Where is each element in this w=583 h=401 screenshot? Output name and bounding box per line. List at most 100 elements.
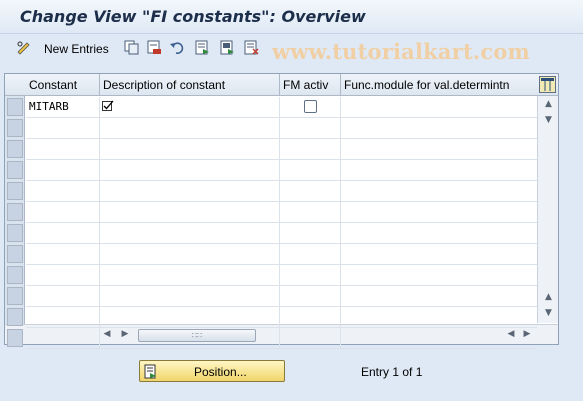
table-cell xyxy=(26,244,100,264)
application-toolbar: New Entries www.tutorialkart.com xyxy=(0,36,583,64)
table-cell xyxy=(280,202,341,222)
row-selector[interactable] xyxy=(7,308,23,326)
position-button[interactable]: Position... xyxy=(139,360,285,382)
row-selector[interactable] xyxy=(7,329,23,347)
table-cell xyxy=(26,286,100,306)
table-cell xyxy=(26,118,100,138)
cell-fm-active xyxy=(280,97,341,117)
table-cell xyxy=(280,118,341,138)
table-cell xyxy=(100,139,280,159)
table-cell xyxy=(26,307,100,327)
watermark: www.tutorialkart.com xyxy=(272,39,530,64)
table-cell xyxy=(280,181,341,201)
title-bar: Change View "FI constants": Overview xyxy=(0,0,583,34)
table-cell xyxy=(280,223,341,243)
constant-value: MITARB xyxy=(29,100,69,113)
deselect-all-icon[interactable] xyxy=(244,40,259,55)
row-selector[interactable] xyxy=(7,119,23,137)
table-row: MITARB xyxy=(26,97,537,118)
table-row xyxy=(26,181,537,202)
select-all-icon[interactable] xyxy=(195,40,210,55)
copy-icon[interactable] xyxy=(124,40,139,55)
column-header-description[interactable]: Description of constant xyxy=(100,74,280,96)
page-title: Change View "FI constants": Overview xyxy=(20,7,366,26)
table-row xyxy=(26,223,537,244)
row-selector[interactable] xyxy=(7,203,23,221)
table-row xyxy=(26,307,537,328)
column-header-constant[interactable]: Constant xyxy=(26,74,100,96)
cell-constant[interactable]: MITARB xyxy=(26,97,100,117)
table-cell xyxy=(100,202,280,222)
position-icon xyxy=(144,364,156,379)
table-cell xyxy=(341,160,537,180)
row-selector[interactable] xyxy=(7,140,23,158)
table-cell xyxy=(341,244,537,264)
vertical-scrollbar[interactable]: ▲ ▼ ▲ ▼ xyxy=(537,96,558,323)
scroll-up-icon[interactable]: ▲ xyxy=(538,99,559,109)
page-down-icon[interactable]: ▼ xyxy=(538,115,559,125)
table-cell xyxy=(280,160,341,180)
row-selector[interactable] xyxy=(7,161,23,179)
table-cell xyxy=(280,139,341,159)
delete-icon[interactable] xyxy=(147,40,162,55)
table-cell xyxy=(280,244,341,264)
table-cell xyxy=(341,181,537,201)
table-cell xyxy=(100,244,280,264)
table-cell xyxy=(26,265,100,285)
table-cell xyxy=(341,223,537,243)
table-cell xyxy=(341,328,537,348)
table-cell xyxy=(100,265,280,285)
column-header-fm-active[interactable]: FM activ xyxy=(280,74,341,96)
row-selector[interactable] xyxy=(7,287,23,305)
table-row xyxy=(26,139,537,160)
table-row xyxy=(26,118,537,139)
row-selector[interactable] xyxy=(7,182,23,200)
select-block-icon[interactable] xyxy=(220,40,235,55)
table-row xyxy=(26,286,537,307)
table-cell xyxy=(280,328,341,348)
table-cell xyxy=(280,286,341,306)
table-cell xyxy=(100,118,280,138)
row-selector[interactable] xyxy=(7,98,23,116)
page-up-icon[interactable]: ▲ xyxy=(538,292,559,302)
table-cell xyxy=(26,202,100,222)
scroll-down-icon[interactable]: ▼ xyxy=(538,308,559,318)
table-cell xyxy=(280,307,341,327)
table-cell xyxy=(100,307,280,327)
table-cell xyxy=(341,118,537,138)
table-cell xyxy=(100,160,280,180)
table-row xyxy=(26,244,537,265)
new-entries-button[interactable]: New Entries xyxy=(44,42,109,56)
table-cell xyxy=(341,307,537,327)
table-cell xyxy=(26,139,100,159)
table-cell xyxy=(100,286,280,306)
row-selector[interactable] xyxy=(7,224,23,242)
table-cell xyxy=(26,160,100,180)
table-cell xyxy=(26,328,100,348)
table-settings-icon[interactable] xyxy=(539,76,556,93)
table-cell xyxy=(100,328,280,348)
table-row xyxy=(26,328,537,349)
position-button-label: Position... xyxy=(194,365,247,379)
table-cell xyxy=(341,286,537,306)
table-cell xyxy=(341,265,537,285)
table-cell xyxy=(26,181,100,201)
row-selector[interactable] xyxy=(7,266,23,284)
table-cell xyxy=(341,202,537,222)
column-header-func-module[interactable]: Func.module for val.determintn xyxy=(341,74,537,96)
table-cell xyxy=(341,139,537,159)
fm-active-checkbox[interactable] xyxy=(304,100,317,113)
table-header: Constant Description of constant FM acti… xyxy=(5,74,558,96)
table-row xyxy=(26,265,537,286)
row-selector[interactable] xyxy=(7,245,23,263)
table-cell xyxy=(26,223,100,243)
undo-icon[interactable] xyxy=(170,40,185,55)
table-cell xyxy=(100,181,280,201)
table-control: Constant Description of constant FM acti… xyxy=(4,73,559,349)
cell-description[interactable] xyxy=(100,97,280,117)
checkmark-icon xyxy=(102,100,114,111)
table-row xyxy=(26,202,537,223)
entry-counter: Entry 1 of 1 xyxy=(361,365,423,379)
cell-func-module[interactable] xyxy=(341,97,537,117)
pen-glasses-icon[interactable] xyxy=(16,40,31,55)
